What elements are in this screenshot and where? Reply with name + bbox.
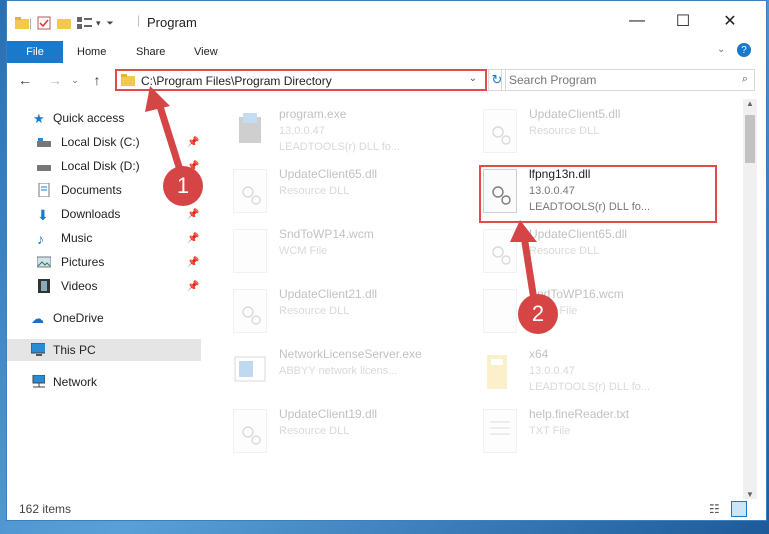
- annotation-badge-2: 2: [518, 294, 558, 334]
- annotation-badge-1: 1: [163, 166, 203, 206]
- annotation-arrows: [145, 86, 538, 301]
- arrow-1-shaft: [154, 98, 184, 172]
- arrow-1-head: [145, 86, 170, 112]
- arrow-2-shaft: [520, 235, 538, 301]
- arrow-2-head: [510, 220, 537, 242]
